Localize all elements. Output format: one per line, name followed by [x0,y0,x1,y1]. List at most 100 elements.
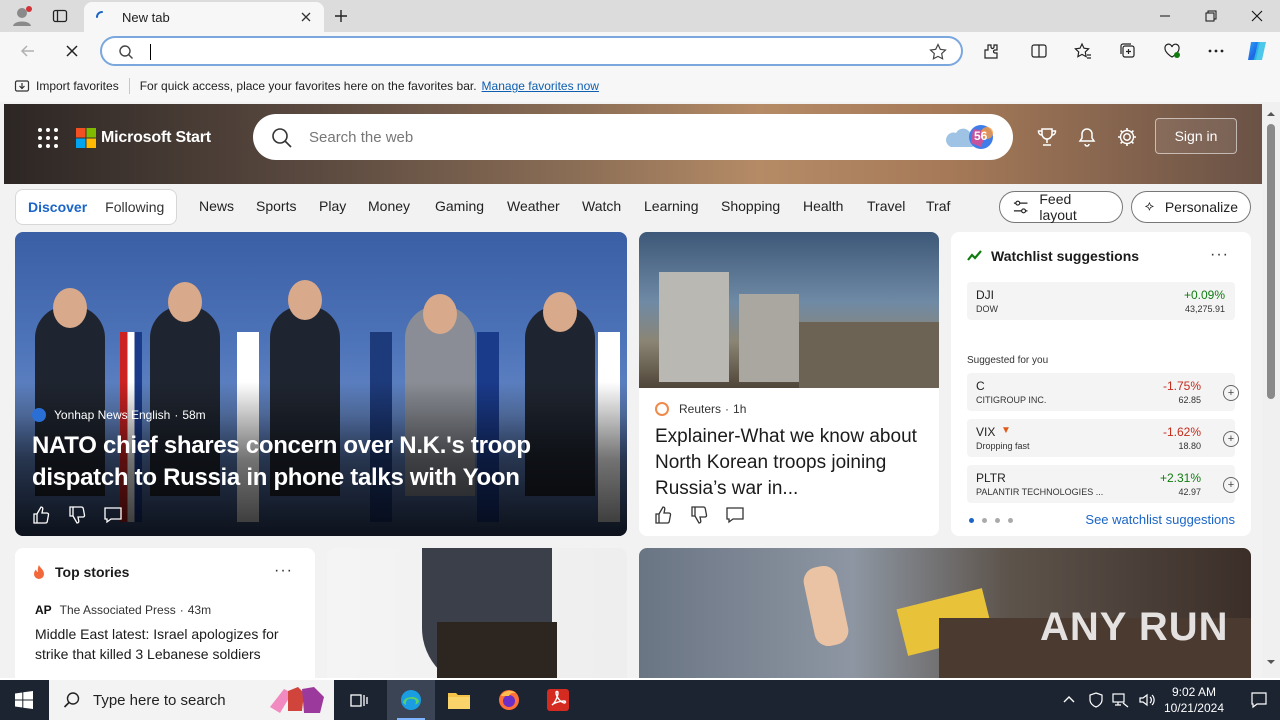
nav-item-watch[interactable]: Watch [582,198,621,214]
sparkle-edit-icon [1144,201,1154,211]
stock-symbol: PLTR [976,471,1006,485]
nav-item-money[interactable]: Money [368,198,410,214]
extensions-icon[interactable] [977,37,1005,65]
nav-item-traffic[interactable]: Traf [926,198,950,214]
carousel-dot[interactable] [969,518,974,523]
collections-icon[interactable] [1114,37,1142,65]
restore-button[interactable] [1188,0,1234,32]
tab-actions-icon[interactable] [46,4,74,28]
volume-icon[interactable] [1138,692,1156,708]
firefox-icon[interactable] [485,680,533,720]
nav-item-sports[interactable]: Sports [256,198,296,214]
close-window-button[interactable] [1234,0,1280,32]
taskbar-search-box[interactable]: Type here to search [49,680,334,720]
nav-item-gaming[interactable]: Gaming [435,198,484,214]
favorites-icon[interactable] [1069,37,1097,65]
stock-row-dji[interactable]: DJI DOW +0.09% 43,275.91 [967,282,1235,320]
ad-image-card[interactable] [327,548,627,678]
favorite-star-icon[interactable] [929,43,947,61]
carousel-dot[interactable] [995,518,1000,523]
more-options-icon[interactable]: ··· [274,562,293,580]
stock-symbol: C [976,379,985,393]
back-button[interactable] [14,37,42,65]
news-card[interactable]: Reuters · 1h Explainer-What we know abou… [639,232,939,536]
edge-taskbar-icon[interactable] [387,680,435,720]
article-headline[interactable]: Explainer-What we know about North Korea… [655,424,925,502]
taskbar-clock[interactable]: 9:02 AM 10/21/2024 [1164,684,1224,716]
web-search-box[interactable]: Search the web 56 [253,114,1013,160]
feed-layout-button[interactable]: Feed layout [999,191,1123,223]
publisher-logo-icon [655,402,669,416]
nav-item-weather[interactable]: Weather [507,198,560,214]
more-options-icon[interactable]: ··· [1210,246,1229,264]
sign-in-button[interactable]: Sign in [1155,118,1237,154]
comment-icon[interactable] [103,505,123,525]
watchlist-header: Watchlist suggestions [967,248,1139,264]
article-source: Reuters · 1h [655,402,746,416]
stop-loading-button[interactable] [58,37,86,65]
thumbs-down-icon[interactable] [689,505,709,525]
thumbs-down-icon[interactable] [67,505,87,525]
start-button[interactable] [0,680,48,720]
add-to-watchlist-icon[interactable]: + [1223,477,1239,493]
chevron-up-icon[interactable] [1062,693,1076,707]
task-view-icon[interactable] [336,680,384,720]
file-explorer-icon[interactable] [435,680,483,720]
weather-copilot-badge[interactable]: 56 [943,121,1005,153]
article-headline[interactable]: NATO chief shares concern over N.K.'s tr… [32,430,622,494]
settings-more-icon[interactable] [1202,37,1230,65]
close-tab-icon[interactable] [298,9,314,25]
copilot-icon[interactable] [1243,37,1271,65]
article-image [639,232,939,388]
address-input[interactable] [150,42,910,62]
notifications-bell-icon[interactable] [1075,125,1099,149]
address-bar[interactable] [100,36,963,66]
microsoft-logo-icon [76,128,96,148]
thumbs-up-icon[interactable] [653,505,673,525]
tab-discover[interactable]: Discover [28,199,87,215]
scroll-down-arrow-icon[interactable] [1262,656,1280,668]
taskbar-search-placeholder: Type here to search [93,691,226,709]
add-to-watchlist-icon[interactable]: + [1223,431,1239,447]
nav-item-health[interactable]: Health [803,198,843,214]
add-to-watchlist-icon[interactable]: + [1223,385,1239,401]
new-tab-button[interactable] [330,5,352,27]
tab-new-tab[interactable]: New tab [84,2,324,32]
carousel-dot[interactable] [1008,518,1013,523]
network-icon[interactable] [1112,692,1130,708]
rewards-trophy-icon[interactable] [1035,125,1059,149]
nav-item-play[interactable]: Play [319,198,346,214]
scroll-up-arrow-icon[interactable] [1262,108,1280,120]
personalize-button[interactable]: Personalize [1131,191,1251,223]
notification-center-icon[interactable] [1238,680,1280,720]
comment-icon[interactable] [725,505,745,525]
import-favorites-button[interactable]: Import favorites [14,78,119,94]
nav-item-travel[interactable]: Travel [867,198,905,214]
stock-row-pltr[interactable]: PLTR PALANTIR TECHNOLOGIES ... +2.31% 42… [967,465,1239,503]
thumbs-up-icon[interactable] [31,505,51,525]
browser-essentials-icon[interactable] [1158,37,1186,65]
carousel-dots[interactable] [969,518,1013,523]
see-watchlist-link[interactable]: See watchlist suggestions [1085,512,1235,527]
stock-row-c[interactable]: C CITIGROUP INC. -1.75% 62.85 + [967,373,1239,411]
settings-gear-icon[interactable] [1115,125,1139,149]
page-scrollbar[interactable] [1262,102,1280,678]
carousel-dot[interactable] [982,518,987,523]
manage-favorites-link[interactable]: Manage favorites now [482,79,599,93]
defender-shield-icon[interactable] [1088,692,1104,708]
minimize-button[interactable] [1142,0,1188,32]
nav-item-shopping[interactable]: Shopping [721,198,780,214]
nav-item-news[interactable]: News [199,198,234,214]
profile-icon[interactable] [8,3,36,29]
nav-item-learning[interactable]: Learning [644,198,699,214]
microsoft-start-logo[interactable]: Microsoft Start [76,128,211,148]
stock-row-vix[interactable]: VIX ▼ Dropping fast -1.62% 18.80 + [967,419,1239,457]
article-headline[interactable]: Middle East latest: Israel apologizes fo… [35,624,297,664]
tab-following[interactable]: Following [105,199,164,215]
scrollbar-thumb[interactable] [1267,124,1275,399]
hero-news-card[interactable]: Yonhap News English · 58m NATO chief sha… [15,232,627,536]
acrobat-reader-icon[interactable] [534,680,582,720]
favorites-bar: Import favorites For quick access, place… [0,70,1280,102]
app-launcher-icon[interactable] [36,126,60,150]
split-screen-icon[interactable] [1025,37,1053,65]
